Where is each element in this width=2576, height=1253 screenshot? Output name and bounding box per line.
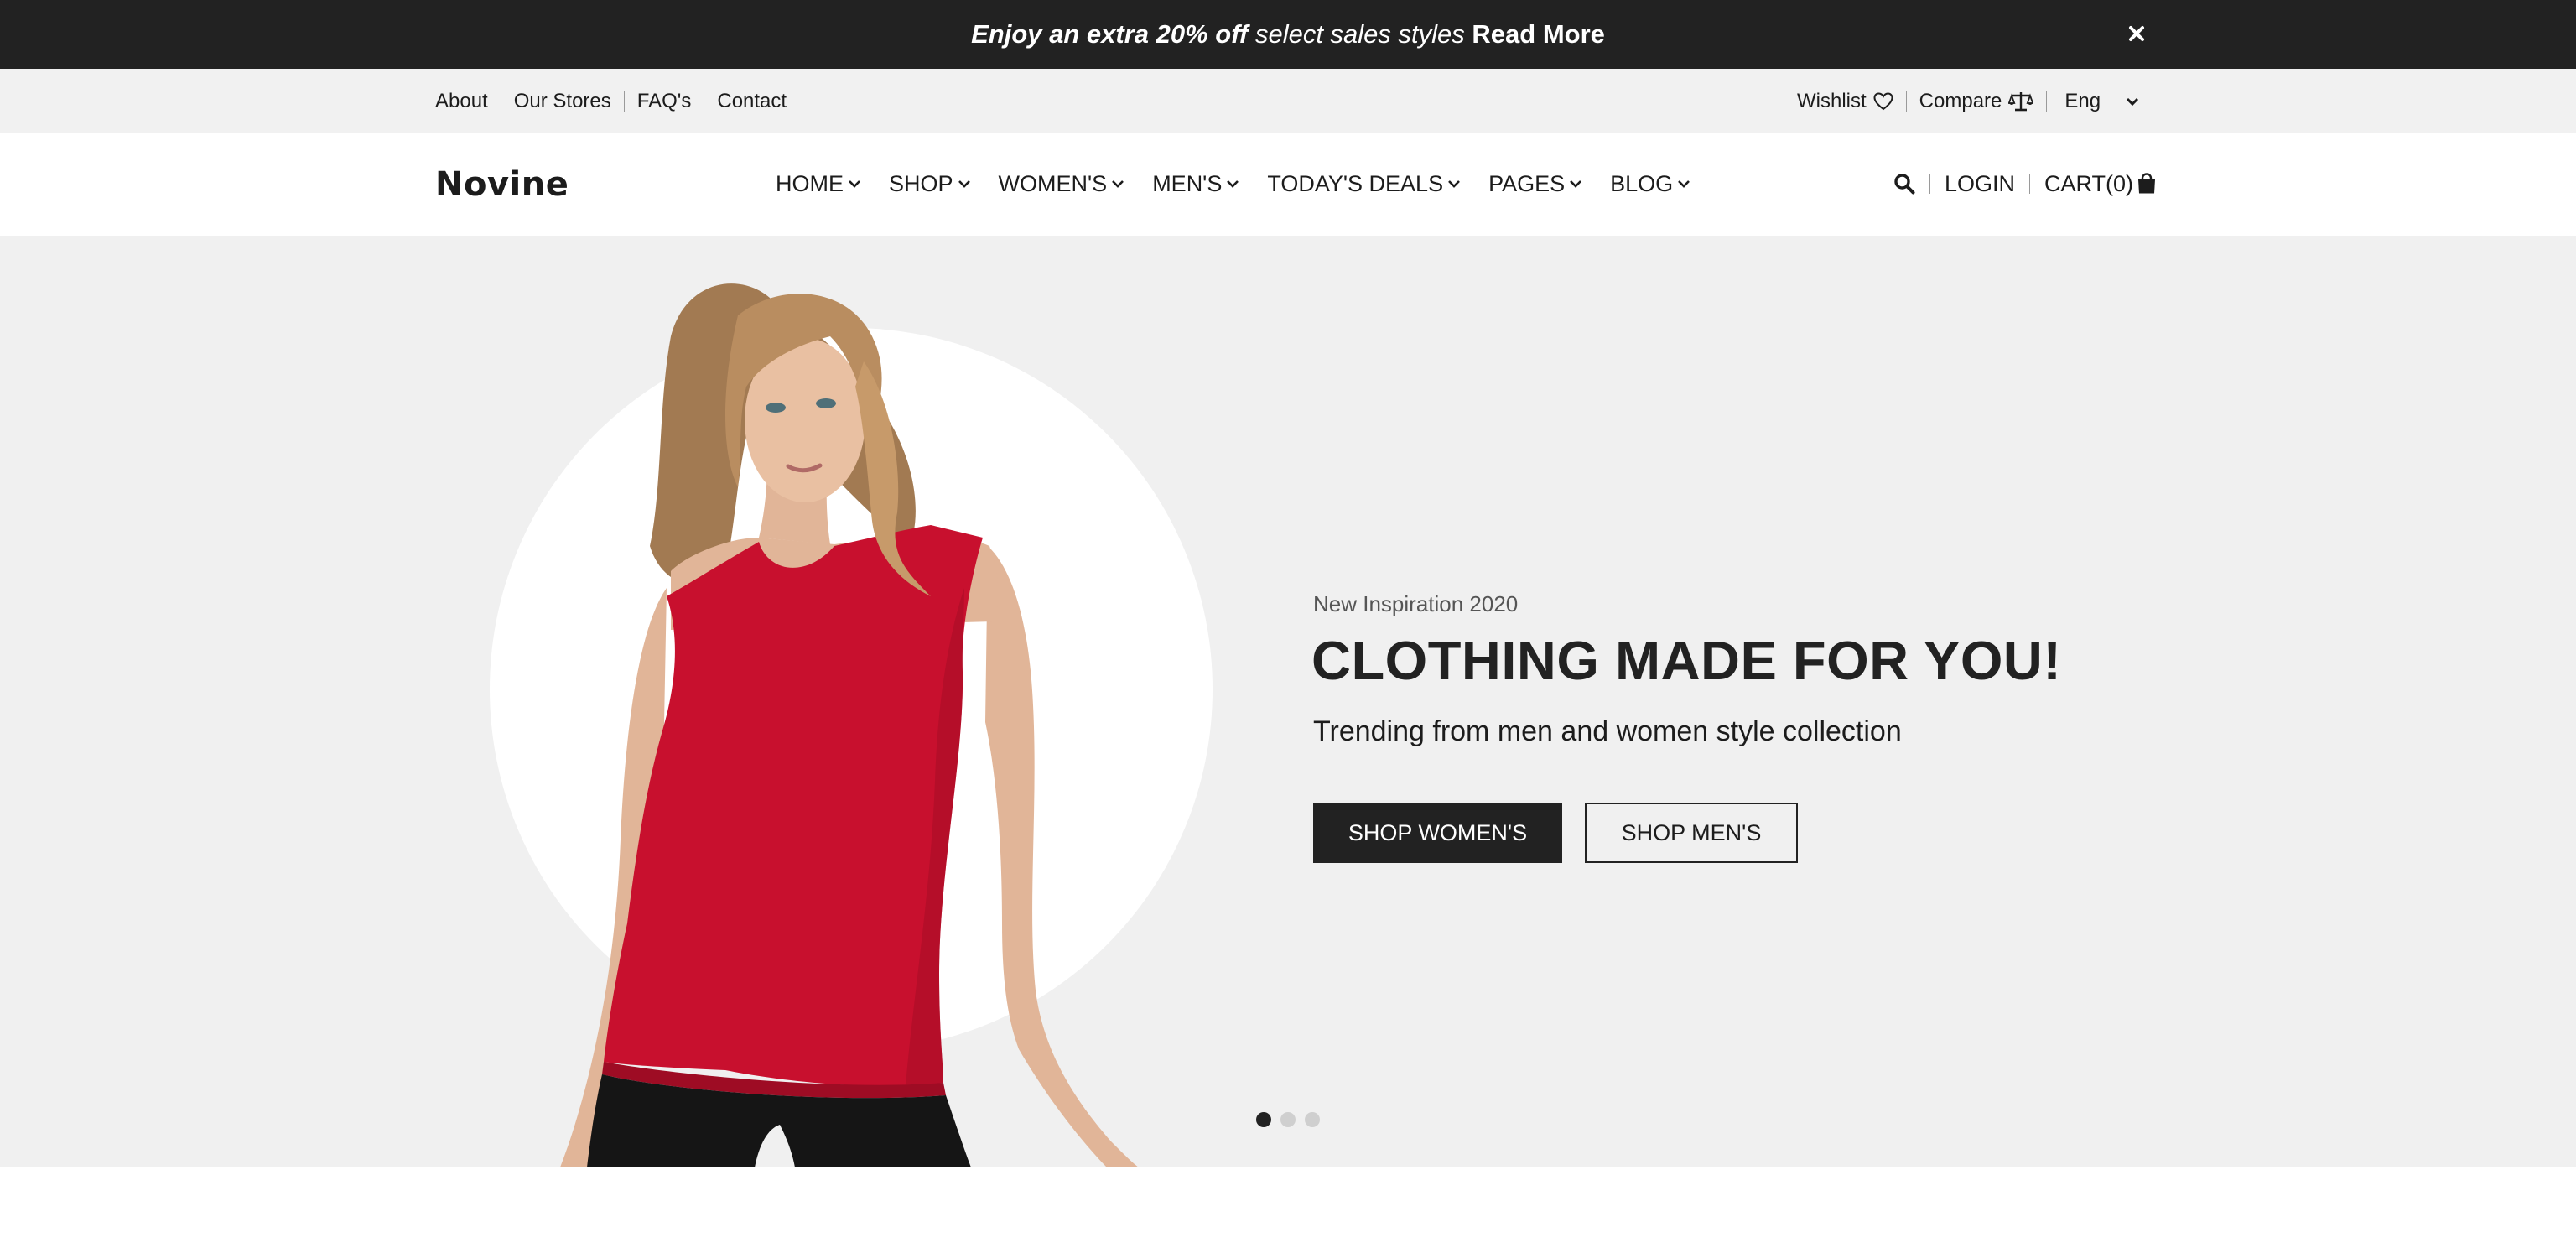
compare-label: Compare	[1919, 90, 2002, 112]
chevron-down-icon	[1678, 180, 1690, 188]
nav-label: HOME	[776, 171, 844, 196]
compare-link[interactable]: Compare	[1919, 89, 2034, 114]
header-actions: LOGIN CART(0)	[1893, 170, 2157, 197]
divider	[2029, 174, 2031, 194]
nav-item-home[interactable]: HOME	[776, 170, 861, 197]
chevron-down-icon	[1448, 180, 1461, 188]
heart-icon	[1873, 92, 1893, 111]
site-logo[interactable]: Novine	[435, 164, 569, 205]
slider-dot-1[interactable]	[1256, 1112, 1271, 1127]
chevron-down-icon	[1112, 180, 1124, 188]
balance-scale-icon	[2008, 92, 2034, 112]
language-select[interactable]: Eng	[2064, 89, 2139, 114]
announcement-offer: Enjoy an extra 20% off	[971, 19, 1249, 49]
hero-slider: New Inspiration 2020 CLOTHING MADE FOR Y…	[0, 236, 2576, 1167]
search-icon	[1894, 174, 1915, 195]
nav-label: WOMEN'S	[998, 171, 1108, 196]
top-utility-bar: About Our Stores FAQ's Contact Wishlist …	[0, 69, 2576, 133]
nav-item-blog[interactable]: BLOG	[1610, 170, 1690, 197]
hero-subheadline: Trending from men and women style collec…	[1313, 715, 1902, 747]
top-link-faqs[interactable]: FAQ's	[637, 89, 692, 114]
shop-womens-button[interactable]: SHOP WOMEN'S	[1313, 803, 1562, 863]
chevron-down-icon	[1227, 180, 1239, 188]
login-link[interactable]: LOGIN	[1945, 170, 2015, 197]
nav-item-mens[interactable]: MEN'S	[1152, 170, 1239, 197]
slider-dot-2[interactable]	[1280, 1112, 1296, 1127]
slider-dots	[1256, 1112, 1329, 1127]
search-button[interactable]	[1893, 173, 1915, 195]
wishlist-label: Wishlist	[1797, 90, 1867, 112]
main-header: Novine HOME SHOP WOMEN'S MEN'S TODAY'S D…	[0, 133, 2576, 236]
announcement-read-more-link[interactable]: Read More	[1472, 19, 1604, 49]
nav-item-todays-deals[interactable]: TODAY'S DEALS	[1267, 170, 1461, 197]
wishlist-link[interactable]: Wishlist	[1797, 89, 1893, 114]
chevron-down-icon	[849, 180, 860, 188]
nav-item-shop[interactable]: SHOP	[889, 170, 971, 197]
divider	[623, 91, 625, 112]
nav-label: TODAY'S DEALS	[1267, 171, 1444, 196]
announcement-bar: Enjoy an extra 20% off select sales styl…	[0, 0, 2576, 69]
main-nav: HOME SHOP WOMEN'S MEN'S TODAY'S DEALS PA…	[776, 170, 1690, 197]
shop-mens-button[interactable]: SHOP MEN'S	[1585, 803, 1798, 863]
divider	[1929, 174, 1930, 194]
nav-label: PAGES	[1488, 171, 1566, 196]
chevron-down-icon	[958, 180, 970, 188]
language-value: Eng	[2064, 90, 2101, 112]
hero-model-image	[560, 283, 1139, 1167]
announcement-close-button[interactable]	[2118, 15, 2155, 52]
top-link-our-stores[interactable]: Our Stores	[514, 89, 611, 114]
nav-label: MEN'S	[1152, 171, 1223, 196]
nav-label: SHOP	[889, 171, 953, 196]
chevron-down-icon	[1570, 180, 1582, 188]
top-links: About Our Stores FAQ's Contact	[435, 89, 787, 114]
divider	[2046, 91, 2048, 112]
shopping-bag-icon	[2138, 173, 2156, 194]
divider	[1905, 91, 1907, 112]
top-link-contact[interactable]: Contact	[717, 89, 787, 114]
chevron-down-icon	[2127, 97, 2139, 107]
nav-item-pages[interactable]: PAGES	[1488, 170, 1582, 197]
hero-eyebrow: New Inspiration 2020	[1313, 591, 1519, 616]
cart-link[interactable]: CART(0)	[2044, 170, 2157, 197]
nav-item-womens[interactable]: WOMEN'S	[999, 170, 1125, 197]
top-tools: Wishlist Compare Eng	[1797, 89, 2139, 114]
nav-label: BLOG	[1610, 171, 1674, 196]
announcement-detail: select sales styles	[1254, 19, 1465, 49]
top-link-about[interactable]: About	[435, 89, 488, 114]
cart-label: CART(0)	[2044, 171, 2134, 196]
close-icon	[2129, 26, 2144, 41]
slider-dot-3[interactable]	[1305, 1112, 1320, 1127]
hero-headline: CLOTHING MADE FOR YOU!	[1311, 630, 2062, 691]
login-label: LOGIN	[1945, 171, 2016, 196]
announcement-text: Enjoy an extra 20% off select sales styl…	[0, 18, 2576, 50]
